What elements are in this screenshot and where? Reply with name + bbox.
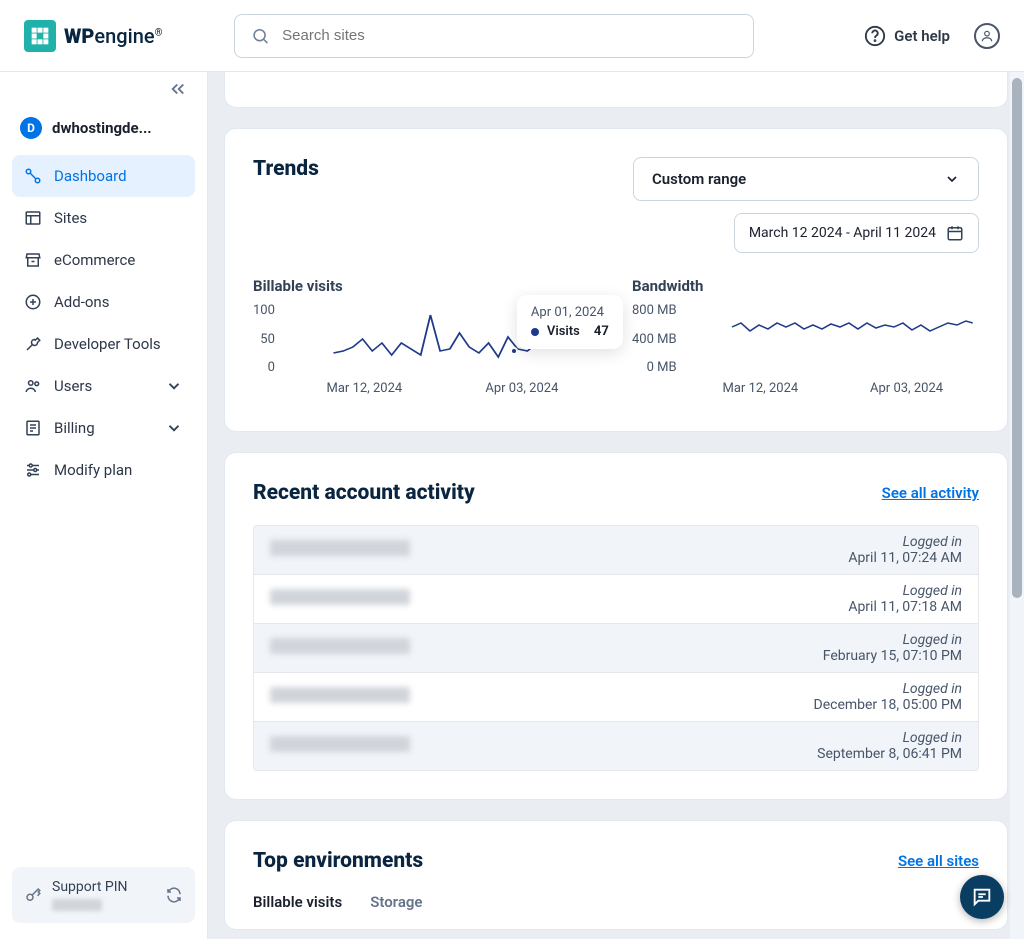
refresh-icon[interactable] xyxy=(165,886,183,904)
trends-card: Trends Custom range March 12 2024 - Apri… xyxy=(224,128,1008,432)
store-icon xyxy=(24,251,42,269)
y-axis: 100 50 0 xyxy=(253,303,285,375)
tab-storage[interactable]: Storage xyxy=(370,893,422,917)
y-axis: 800 MB 400 MB 0 MB xyxy=(632,303,687,375)
nav-ecommerce[interactable]: eCommerce xyxy=(12,239,195,281)
account-badge: D xyxy=(20,117,42,139)
nav-dashboard[interactable]: Dashboard xyxy=(12,155,195,197)
env-tabs: Billable visits Storage xyxy=(253,893,979,917)
redacted-user xyxy=(270,687,410,703)
tooltip-point xyxy=(510,347,518,355)
activity-card: Recent account activity See all activity… xyxy=(224,452,1008,800)
activity-title: Recent account activity xyxy=(253,481,475,505)
scrollbar[interactable] xyxy=(1010,72,1024,939)
nav-billing[interactable]: Billing xyxy=(12,407,195,449)
redacted-user xyxy=(270,638,410,654)
scrollbar-thumb[interactable] xyxy=(1012,78,1022,598)
environments-card: Top environments See all sites Billable … xyxy=(224,820,1008,930)
activity-row: Logged inApril 11, 07:24 AM xyxy=(254,526,978,575)
activity-row: Logged inDecember 18, 05:00 PM xyxy=(254,673,978,722)
line-chart-svg xyxy=(687,303,979,375)
billable-visits-chart: Billable visits 100 50 0 xyxy=(253,277,600,403)
activity-row: Logged inSeptember 8, 06:41 PM xyxy=(254,722,978,770)
logo-mark-icon xyxy=(24,20,56,52)
sites-icon xyxy=(24,209,42,227)
activity-table: Logged inApril 11, 07:24 AM Logged inApr… xyxy=(253,525,979,771)
bandwidth-chart: Bandwidth 800 MB 400 MB 0 MB M xyxy=(632,277,979,403)
x-axis: Mar 12, 2024 Apr 03, 2024 xyxy=(687,381,979,396)
search-input[interactable] xyxy=(282,27,737,44)
plus-circle-icon xyxy=(24,293,42,311)
calendar-icon xyxy=(946,224,964,242)
user-avatar[interactable] xyxy=(974,23,1000,49)
chevron-double-left-icon xyxy=(169,82,187,96)
activity-row: Logged inApril 11, 07:18 AM xyxy=(254,575,978,624)
previous-card-edge xyxy=(224,72,1008,108)
dashboard-icon xyxy=(24,167,42,185)
logo-text: WPengine® xyxy=(64,24,162,48)
search-box[interactable] xyxy=(234,14,754,58)
chart-tooltip: Apr 01, 2024 Visits 47 xyxy=(517,295,623,349)
sidebar: D dwhostingde... Dashboard Sites eCommer… xyxy=(0,72,208,939)
series-dot-icon xyxy=(531,328,539,336)
help-icon xyxy=(864,25,886,47)
main-content: Trends Custom range March 12 2024 - Apri… xyxy=(208,72,1024,939)
activity-row: Logged inFebruary 15, 07:10 PM xyxy=(254,624,978,673)
nav-sites[interactable]: Sites xyxy=(12,197,195,239)
wrench-icon xyxy=(24,335,42,353)
logo[interactable]: WPengine® xyxy=(24,20,162,52)
date-picker[interactable]: March 12 2024 - April 11 2024 xyxy=(734,213,979,253)
top-bar: WPengine® Get help xyxy=(0,0,1024,72)
billing-icon xyxy=(24,419,42,437)
redacted-user xyxy=(270,736,410,752)
nav-devtools[interactable]: Developer Tools xyxy=(12,323,195,365)
account-switcher[interactable]: D dwhostingde... xyxy=(0,109,207,155)
chat-fab[interactable] xyxy=(960,875,1004,919)
trends-title: Trends xyxy=(253,157,319,181)
see-all-activity-link[interactable]: See all activity xyxy=(882,484,979,502)
chevron-down-icon xyxy=(165,377,183,395)
redacted-user xyxy=(270,589,410,605)
nav-addons[interactable]: Add-ons xyxy=(12,281,195,323)
collapse-sidebar-button[interactable] xyxy=(0,72,207,109)
see-all-sites-link[interactable]: See all sites xyxy=(898,852,979,870)
get-help-button[interactable]: Get help xyxy=(864,25,950,47)
nav-users[interactable]: Users xyxy=(12,365,195,407)
tab-billable-visits[interactable]: Billable visits xyxy=(253,893,342,917)
redacted-user xyxy=(270,540,410,556)
users-icon xyxy=(24,377,42,395)
chevron-down-icon xyxy=(165,419,183,437)
search-icon xyxy=(251,26,270,46)
sliders-icon xyxy=(24,461,42,479)
chevron-down-icon xyxy=(944,171,960,187)
person-icon xyxy=(980,29,994,43)
environments-title: Top environments xyxy=(253,849,423,873)
range-dropdown[interactable]: Custom range xyxy=(633,157,979,201)
chat-icon xyxy=(971,886,993,908)
x-axis: Mar 12, 2024 Apr 03, 2024 xyxy=(285,381,600,396)
nav-modify-plan[interactable]: Modify plan xyxy=(12,449,195,491)
support-pin[interactable]: Support PIN xyxy=(12,867,195,923)
redacted-pin xyxy=(52,899,102,911)
key-icon xyxy=(24,886,42,904)
